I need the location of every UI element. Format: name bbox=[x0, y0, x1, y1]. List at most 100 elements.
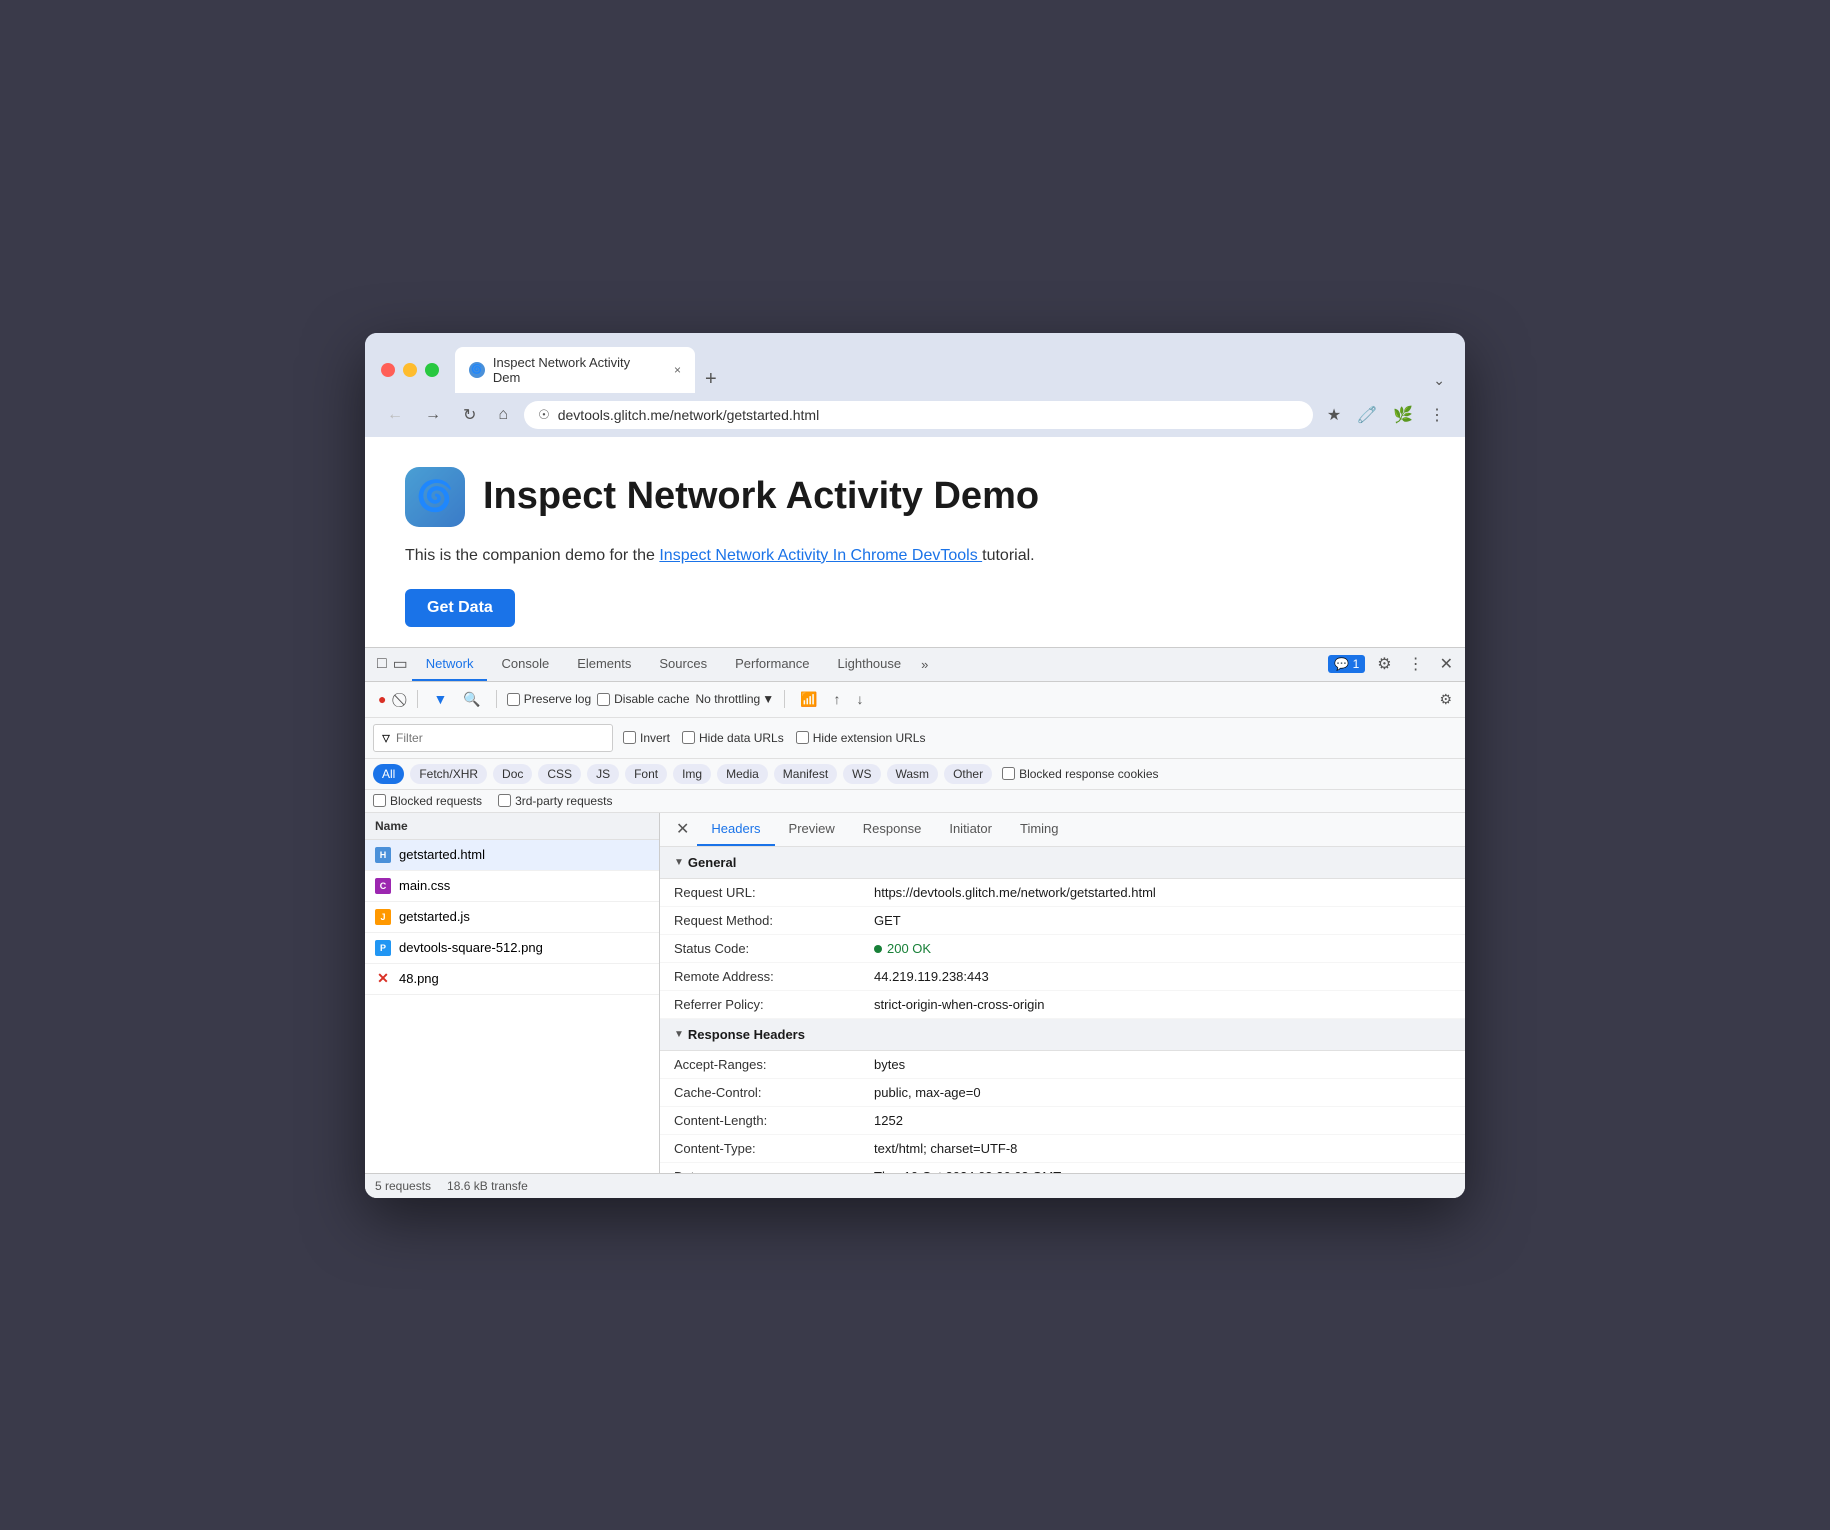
hide-extension-urls-checkbox[interactable] bbox=[796, 731, 809, 744]
tab-console[interactable]: Console bbox=[487, 648, 563, 681]
filter-button[interactable]: ▼ bbox=[428, 688, 452, 710]
details-tab-response[interactable]: Response bbox=[849, 813, 936, 846]
hide-data-urls-label[interactable]: Hide data URLs bbox=[682, 731, 784, 745]
record-stop-button[interactable]: ● bbox=[373, 688, 391, 710]
type-btn-wasm[interactable]: Wasm bbox=[887, 764, 939, 784]
throttle-select[interactable]: No throttling ▼ bbox=[696, 692, 775, 706]
close-traffic-light[interactable] bbox=[381, 363, 395, 377]
more-tabs-button[interactable]: » bbox=[915, 649, 934, 680]
search-button[interactable]: 🔍 bbox=[458, 688, 485, 711]
tab-network[interactable]: Network bbox=[412, 648, 488, 681]
type-btn-img[interactable]: Img bbox=[673, 764, 711, 784]
hide-extension-urls-label[interactable]: Hide extension URLs bbox=[796, 731, 926, 745]
home-button[interactable]: ⌂ bbox=[492, 402, 514, 428]
nav-bar: ← → ↻ ⌂ ☉ devtools.glitch.me/network/get… bbox=[365, 393, 1465, 437]
blocked-requests-label[interactable]: Blocked requests bbox=[373, 794, 482, 808]
header-value-date: Thu, 10 Oct 2024 03:26:03 GMT bbox=[874, 1169, 1451, 1173]
disable-cache-checkbox[interactable] bbox=[597, 693, 610, 706]
file-item-getstarted-js[interactable]: J getstarted.js bbox=[365, 902, 659, 933]
import-button[interactable]: ↑ bbox=[829, 688, 846, 710]
header-value-content-length: 1252 bbox=[874, 1113, 1451, 1128]
forward-button[interactable]: → bbox=[419, 402, 447, 428]
type-btn-other[interactable]: Other bbox=[944, 764, 992, 784]
third-party-label[interactable]: 3rd-party requests bbox=[498, 794, 612, 808]
blocked-cookies-label[interactable]: Blocked response cookies bbox=[1002, 767, 1158, 781]
header-row-date: Date: Thu, 10 Oct 2024 03:26:03 GMT bbox=[660, 1163, 1465, 1173]
new-tab-button[interactable]: + bbox=[697, 365, 725, 393]
blocked-cookies-checkbox[interactable] bbox=[1002, 767, 1015, 780]
device-toolbar-icon[interactable]: ▭ bbox=[393, 654, 408, 674]
header-row-request-method: Request Method: GET bbox=[660, 907, 1465, 935]
type-btn-media[interactable]: Media bbox=[717, 764, 768, 784]
file-item-getstarted-html[interactable]: H getstarted.html bbox=[365, 840, 659, 871]
details-tab-initiator[interactable]: Initiator bbox=[935, 813, 1006, 846]
maximize-traffic-light[interactable] bbox=[425, 363, 439, 377]
type-btn-css[interactable]: CSS bbox=[538, 764, 581, 784]
type-btn-all[interactable]: All bbox=[373, 764, 404, 784]
response-headers-section-header[interactable]: Response Headers bbox=[660, 1019, 1465, 1051]
minimize-traffic-light[interactable] bbox=[403, 363, 417, 377]
details-close-button[interactable]: ✕ bbox=[668, 813, 697, 845]
details-tab-preview[interactable]: Preview bbox=[775, 813, 849, 846]
invert-checkbox[interactable] bbox=[623, 731, 636, 744]
header-row-cache-control: Cache-Control: public, max-age=0 bbox=[660, 1079, 1465, 1107]
filter-actions: Invert Hide data URLs Hide extension URL… bbox=[623, 731, 925, 745]
tab-lighthouse[interactable]: Lighthouse bbox=[824, 648, 916, 681]
profile-button[interactable]: 🌿 bbox=[1389, 401, 1417, 429]
js-file-icon: J bbox=[375, 909, 391, 925]
get-data-button[interactable]: Get Data bbox=[405, 589, 515, 627]
type-btn-ws[interactable]: WS bbox=[843, 764, 880, 784]
third-party-checkbox[interactable] bbox=[498, 794, 511, 807]
extensions-button[interactable]: 🧷 bbox=[1353, 401, 1381, 429]
clear-button[interactable]: ⃠ bbox=[397, 688, 407, 711]
hide-data-urls-text: Hide data URLs bbox=[699, 731, 784, 745]
filter-input[interactable] bbox=[396, 731, 604, 745]
invert-text: Invert bbox=[640, 731, 670, 745]
toolbar-separator-1 bbox=[417, 690, 418, 708]
header-row-accept-ranges: Accept-Ranges: bytes bbox=[660, 1051, 1465, 1079]
menu-button[interactable]: ⋮ bbox=[1425, 401, 1449, 429]
wifi-button[interactable]: 📶 bbox=[795, 688, 822, 711]
devtools-settings-button[interactable]: ⚙ bbox=[1373, 650, 1395, 678]
blocked-requests-checkbox[interactable] bbox=[373, 794, 386, 807]
general-section-header[interactable]: General bbox=[660, 847, 1465, 879]
type-btn-doc[interactable]: Doc bbox=[493, 764, 532, 784]
inspect-element-icon[interactable]: □ bbox=[377, 655, 387, 673]
tab-sources[interactable]: Sources bbox=[645, 648, 721, 681]
address-bar[interactable]: ☉ devtools.glitch.me/network/getstarted.… bbox=[524, 401, 1313, 429]
requests-filter-row: Blocked requests 3rd-party requests bbox=[365, 790, 1465, 813]
details-tab-timing[interactable]: Timing bbox=[1006, 813, 1073, 846]
details-tab-headers[interactable]: Headers bbox=[697, 813, 774, 846]
file-item-48-png[interactable]: ✕ 48.png bbox=[365, 964, 659, 995]
devtools-icons: □ ▭ bbox=[373, 648, 412, 680]
reload-button[interactable]: ↻ bbox=[457, 401, 482, 429]
active-tab[interactable]: 🌀 Inspect Network Activity Dem × bbox=[455, 347, 695, 393]
tab-elements[interactable]: Elements bbox=[563, 648, 645, 681]
traffic-lights bbox=[381, 363, 439, 377]
preserve-log-checkbox[interactable] bbox=[507, 693, 520, 706]
disable-cache-label[interactable]: Disable cache bbox=[597, 692, 689, 706]
type-btn-font[interactable]: Font bbox=[625, 764, 667, 784]
type-btn-manifest[interactable]: Manifest bbox=[774, 764, 837, 784]
type-btn-js[interactable]: JS bbox=[587, 764, 619, 784]
file-item-devtools-png[interactable]: P devtools-square-512.png bbox=[365, 933, 659, 964]
network-settings-button[interactable]: ⚙ bbox=[1434, 688, 1457, 711]
hide-data-urls-checkbox[interactable] bbox=[682, 731, 695, 744]
invert-checkbox-label[interactable]: Invert bbox=[623, 731, 670, 745]
devtools-more-button[interactable]: ⋮ bbox=[1404, 650, 1428, 678]
preserve-log-text: Preserve log bbox=[524, 692, 591, 706]
devtools-close-button[interactable]: ✕ bbox=[1436, 650, 1457, 678]
tab-dropdown-button[interactable]: ⌄ bbox=[1429, 368, 1449, 393]
bookmark-button[interactable]: ★ bbox=[1323, 401, 1345, 429]
console-badge: 💬 1 bbox=[1328, 655, 1365, 673]
subtitle-link[interactable]: Inspect Network Activity In Chrome DevTo… bbox=[659, 547, 982, 564]
back-button[interactable]: ← bbox=[381, 402, 409, 428]
preserve-log-label[interactable]: Preserve log bbox=[507, 692, 591, 706]
tab-performance[interactable]: Performance bbox=[721, 648, 823, 681]
type-btn-fetch-xhr[interactable]: Fetch/XHR bbox=[410, 764, 487, 784]
header-name-referrer-policy: Referrer Policy: bbox=[674, 997, 874, 1012]
file-item-main-css[interactable]: C main.css bbox=[365, 871, 659, 902]
tab-close-button[interactable]: × bbox=[674, 363, 681, 377]
export-button[interactable]: ↓ bbox=[852, 688, 869, 710]
devtools-actions: 💬 1 ⚙ ⋮ ✕ bbox=[1328, 650, 1457, 678]
